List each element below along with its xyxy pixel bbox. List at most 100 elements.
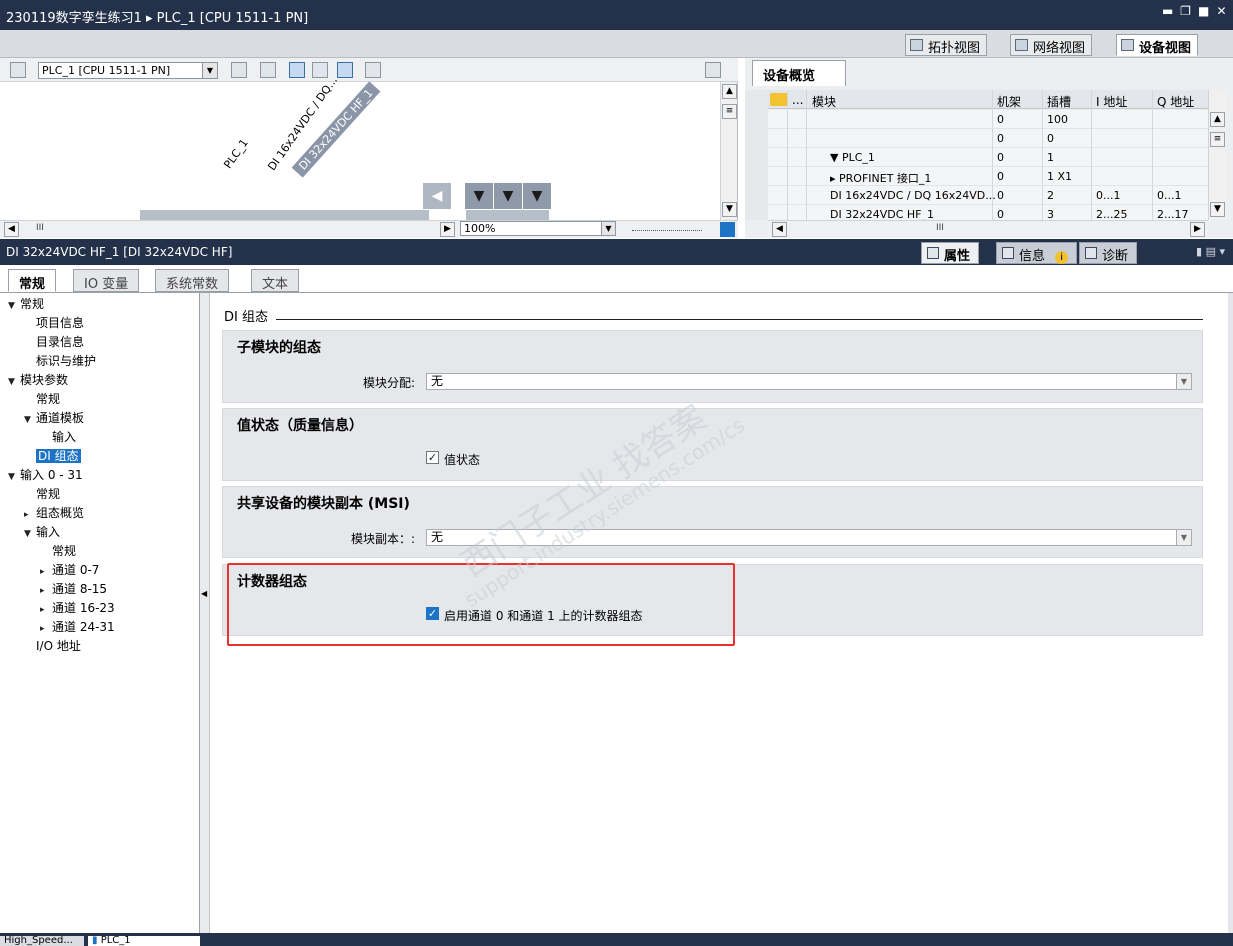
menu-lines-icon[interactable]: ≡ [1210, 132, 1225, 147]
nav-item[interactable]: 目录信息 [24, 333, 84, 351]
tab-texts[interactable]: 文本 [251, 269, 300, 292]
restore-icon[interactable]: ❐ [1180, 5, 1191, 17]
module-copy-select[interactable]: 无 ▼ [426, 529, 1192, 546]
chevron-down-icon[interactable]: ▼ [202, 63, 217, 78]
nav-item[interactable]: 项目信息 [24, 314, 84, 332]
scroll-thumb[interactable]: III [936, 223, 944, 233]
overview-col-i-address[interactable]: I 地址 [1096, 93, 1127, 110]
nav-item[interactable]: DI 组态 [24, 447, 81, 465]
zoom-select[interactable]: 100% ▼ [460, 221, 616, 236]
expand-down-icon[interactable]: ▼ [8, 373, 20, 391]
overview-toggle-icon[interactable] [705, 62, 721, 78]
scroll-left-icon[interactable]: ◀ [423, 183, 451, 209]
expand-right-icon[interactable]: ▸ [40, 620, 52, 638]
expand-right-icon[interactable]: ▸ [40, 563, 52, 581]
scroll-thumb[interactable]: III [36, 223, 44, 233]
module-assignment-select[interactable]: 无 ▼ [426, 373, 1192, 390]
scroll-left-icon[interactable]: ◀ [772, 222, 787, 237]
tab-system-constants[interactable]: 系统常数 [155, 269, 230, 292]
nav-item[interactable]: ▼ 常规 [8, 295, 44, 313]
expand-down-icon[interactable]: ▼ [24, 525, 36, 543]
nav-item[interactable]: ▼ 通道模板 [24, 409, 84, 427]
overview-col-slot[interactable]: 插槽 [1047, 93, 1071, 110]
chevron-down-icon[interactable]: ▼ [1176, 530, 1191, 545]
overview-row[interactable]: 00 [768, 129, 1208, 148]
tab-topology-view[interactable]: 拓扑视图 [905, 34, 988, 56]
expand-down-icon[interactable]: ▼ [8, 468, 20, 486]
scroll-up-icon[interactable]: ▲ [1210, 112, 1225, 127]
tab-general[interactable]: 常规 [8, 269, 57, 292]
expand-right-icon[interactable]: ▸ [40, 601, 52, 619]
tab-network-view[interactable]: 网络视图 [1010, 34, 1093, 56]
chevron-down-icon[interactable]: ▼ [1176, 374, 1191, 389]
nav-item[interactable]: ▼ 输入 [24, 523, 60, 541]
nav-item[interactable]: 常规 [40, 542, 76, 560]
device-select[interactable]: PLC_1 [CPU 1511-1 PN] ▼ [38, 62, 218, 79]
nav-item[interactable]: 标识与维护 [24, 352, 96, 370]
overview-cell-rack: 0 [997, 132, 1004, 145]
maximize-icon[interactable]: ■ [1198, 5, 1209, 17]
overview-scrollbar[interactable]: ▲ ≡ ▼ [1208, 90, 1226, 220]
close-icon[interactable]: ✕ [1216, 5, 1227, 17]
nav-item[interactable]: I/O 地址 [24, 637, 81, 655]
zoom-slider[interactable] [632, 225, 702, 231]
nav-item[interactable]: 常规 [24, 390, 60, 408]
chevron-down-icon[interactable]: ▼ [601, 222, 615, 235]
name-display-icon[interactable] [260, 62, 276, 78]
overview-col-q-address[interactable]: Q 地址 [1157, 93, 1194, 110]
nav-splitter[interactable]: ◀ [200, 293, 210, 933]
tab-properties[interactable]: 属性 [921, 242, 980, 264]
nav-item[interactable]: ▸ 通道 24-31 [40, 618, 115, 636]
overview-col-module[interactable]: 模块 [812, 93, 836, 110]
device-view-bottom-bar: ◀ III ▶ [0, 220, 738, 238]
overview-row[interactable]: DI 16x24VDC / DQ 16x24VD... 0 2 0...1 0...1 [768, 186, 1208, 205]
edit-view-icon[interactable] [289, 62, 305, 78]
table-view-icon[interactable] [337, 62, 353, 78]
expand-slot-icon[interactable]: ▼ [465, 183, 493, 209]
overview-cell-slot: 1 X1 [1047, 170, 1073, 183]
nav-item[interactable]: ▸ 通道 16-23 [40, 599, 115, 617]
zoom-fit-icon[interactable] [231, 62, 247, 78]
expand-down-icon[interactable]: ▼ [24, 411, 36, 429]
scroll-right-icon[interactable]: ▶ [1190, 222, 1205, 237]
grid-view-icon[interactable] [312, 62, 328, 78]
footer-tab-highspeed[interactable]: High_Speed... [0, 936, 84, 946]
overview-row[interactable]: ▼ PLC_1 0 1 [768, 148, 1208, 167]
expand-down-icon[interactable]: ▼ [8, 297, 20, 315]
menu-lines-icon[interactable]: ≡ [722, 104, 737, 119]
expand-right-icon[interactable]: ▸ [24, 506, 36, 524]
nav-item[interactable]: ▸ 通道 0-7 [40, 561, 99, 579]
tab-device-overview[interactable]: 设备概览 [752, 60, 846, 86]
footer-tab-plc[interactable]: ▮ PLC_1 [88, 936, 200, 946]
tab-io-tags[interactable]: IO 变量 [73, 269, 140, 292]
scroll-right-icon[interactable]: ▶ [440, 222, 455, 237]
scroll-left-icon[interactable]: ◀ [4, 222, 19, 237]
nav-item[interactable]: ▸ 组态概览 [24, 504, 84, 522]
zoom-in-icon[interactable] [365, 62, 381, 78]
expand-right-icon[interactable]: ▸ [40, 582, 52, 600]
minimize-icon[interactable]: ▬ [1162, 5, 1173, 17]
tab-info[interactable]: 信息 i [996, 242, 1078, 264]
device-view-scrollbar[interactable]: ▲ ≡ ▼ [720, 82, 737, 220]
panel-menu-icon[interactable]: ▮ ▤ ▾ [1196, 245, 1225, 258]
expand-slot-icon[interactable]: ▼ [494, 183, 522, 209]
collapse-arrow-icon[interactable]: ◀ [201, 589, 207, 598]
expand-slot-icon[interactable]: ▼ [523, 183, 551, 209]
device-pointer-icon[interactable] [10, 62, 26, 78]
overview-row[interactable]: ▸ PROFINET 接口_1 0 1 X1 [768, 167, 1208, 186]
topology-icon [910, 39, 923, 51]
overview-row[interactable]: 0 100 [768, 110, 1208, 129]
tab-device-view[interactable]: 设备视图 [1116, 34, 1199, 56]
scroll-down-icon[interactable]: ▼ [722, 202, 737, 217]
overview-col-rack[interactable]: 机架 [997, 93, 1021, 110]
tab-diagnostics[interactable]: 诊断 [1079, 242, 1138, 264]
zoom-reset-icon[interactable] [720, 222, 735, 237]
nav-item[interactable]: ▸ 通道 8-15 [40, 580, 107, 598]
scroll-up-icon[interactable]: ▲ [722, 84, 737, 99]
value-status-checkbox[interactable]: ✓ [426, 451, 439, 464]
nav-item[interactable]: 常规 [24, 485, 60, 503]
nav-item[interactable]: ▼ 模块参数 [8, 371, 68, 389]
nav-item[interactable]: ▼ 输入 0 - 31 [8, 466, 83, 484]
nav-item[interactable]: 输入 [40, 428, 76, 446]
scroll-down-icon[interactable]: ▼ [1210, 202, 1225, 217]
